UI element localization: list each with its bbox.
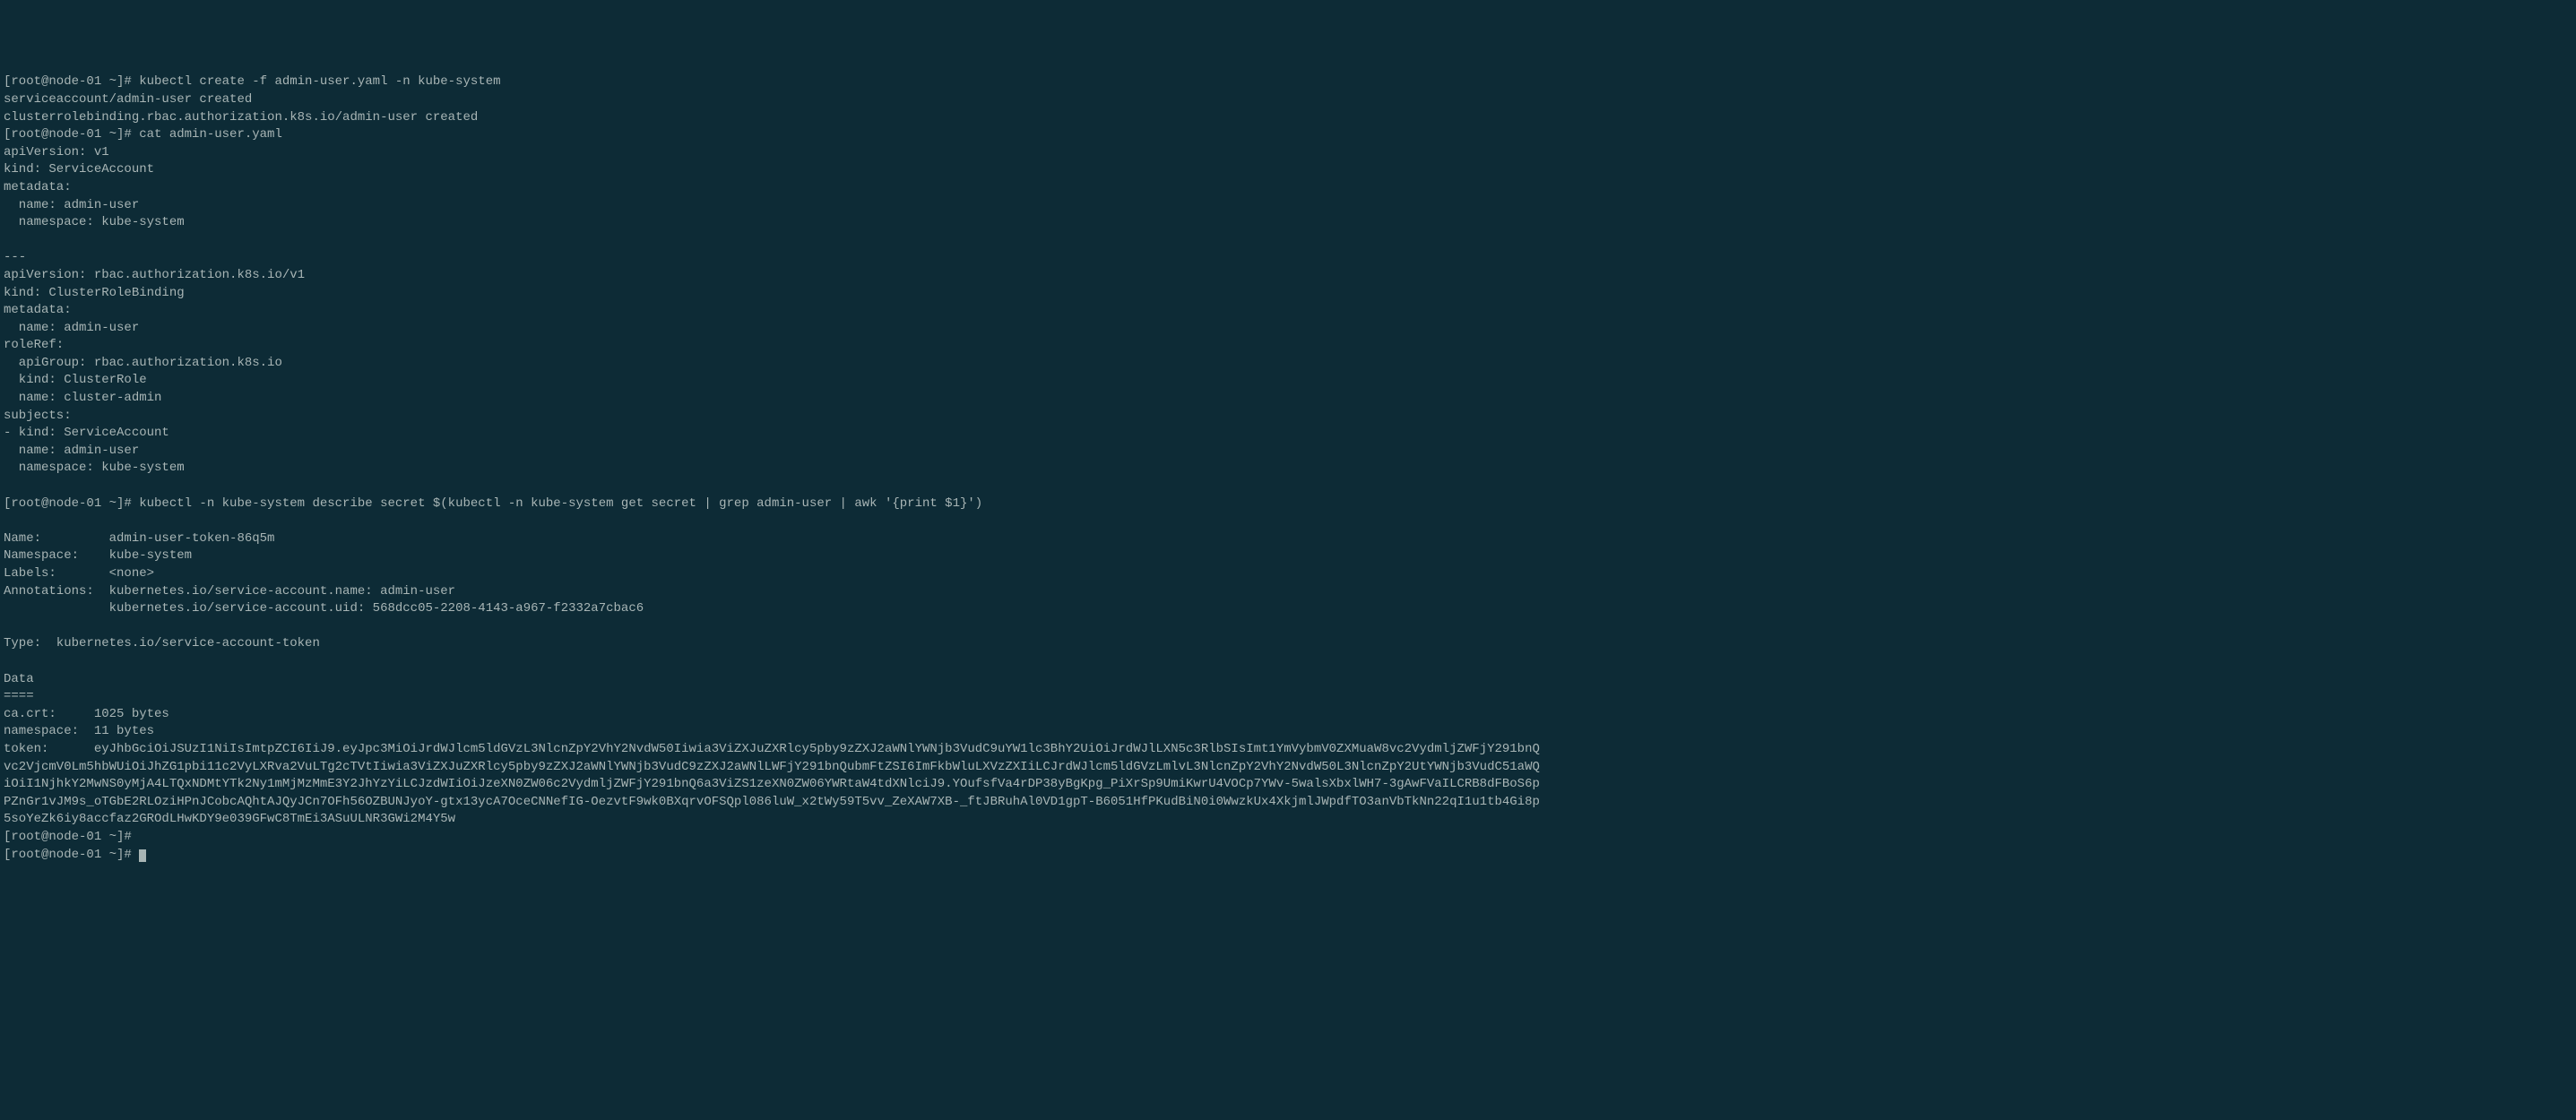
terminal-line: apiGroup: rbac.authorization.k8s.io [4, 356, 282, 370]
terminal-line: ==== [4, 689, 34, 703]
terminal-line: metadata: [4, 303, 72, 317]
terminal-line: Name: admin-user-token-86q5m [4, 531, 274, 546]
terminal-line: Data [4, 672, 34, 686]
terminal-line: namespace: kube-system [4, 215, 185, 229]
terminal-output[interactable]: [root@node-01 ~]# kubectl create -f admi… [4, 73, 2572, 864]
terminal-line: vc2VjcmV0Lm5hbWUiOiJhZG1pbi11c2VyLXRva2V… [4, 760, 1540, 774]
terminal-line: iOiI1NjhkY2MwNS0yMjA4LTQxNDMtYTk2Ny1mMjM… [4, 777, 1540, 791]
terminal-line: - kind: ServiceAccount [4, 426, 169, 440]
terminal-line: [root@node-01 ~]# cat admin-user.yaml [4, 127, 282, 142]
terminal-line: token: eyJhbGciOiJSUzI1NiIsImtpZCI6IiJ9.… [4, 742, 1540, 756]
terminal-line: kind: ClusterRole [4, 373, 147, 387]
terminal-line: kind: ServiceAccount [4, 162, 154, 177]
terminal-line: Type: kubernetes.io/service-account-toke… [4, 636, 320, 650]
terminal-line: metadata: [4, 180, 72, 194]
terminal-line: ca.crt: 1025 bytes [4, 707, 169, 721]
terminal-line: name: admin-user [4, 321, 139, 335]
terminal-line: --- [4, 250, 26, 264]
terminal-line: apiVersion: rbac.authorization.k8s.io/v1 [4, 268, 305, 282]
terminal-line: [root@node-01 ~]# kubectl create -f admi… [4, 74, 501, 89]
terminal-line: name: cluster-admin [4, 391, 161, 405]
terminal-line: apiVersion: v1 [4, 145, 109, 159]
terminal-line: [root@node-01 ~]# kubectl -n kube-system… [4, 496, 982, 511]
terminal-line: PZnGr1vJM9s_oTGbE2RLOziHPnJCobcAQhtAJQyJ… [4, 795, 1540, 809]
terminal-line: kind: ClusterRoleBinding [4, 286, 185, 300]
terminal-line: [root@node-01 ~]# [4, 830, 132, 844]
terminal-prompt: [root@node-01 ~]# [4, 848, 139, 862]
terminal-line: serviceaccount/admin-user created [4, 92, 252, 107]
terminal-line: kubernetes.io/service-account.uid: 568dc… [4, 601, 644, 616]
terminal-line: name: admin-user [4, 198, 139, 212]
terminal-line: 5soYeZk6iy8accfaz2GROdLHwKDY9e039GFwC8Tm… [4, 812, 455, 826]
terminal-line: namespace: kube-system [4, 461, 185, 475]
terminal-line: Namespace: kube-system [4, 548, 192, 563]
terminal-line: Annotations: kubernetes.io/service-accou… [4, 584, 455, 599]
cursor-icon [139, 849, 146, 862]
terminal-line: subjects: [4, 409, 72, 423]
terminal-line: name: admin-user [4, 444, 139, 458]
terminal-line: clusterrolebinding.rbac.authorization.k8… [4, 110, 478, 125]
terminal-line: namespace: 11 bytes [4, 724, 154, 738]
terminal-line: Labels: <none> [4, 566, 154, 581]
terminal-line: roleRef: [4, 338, 64, 352]
